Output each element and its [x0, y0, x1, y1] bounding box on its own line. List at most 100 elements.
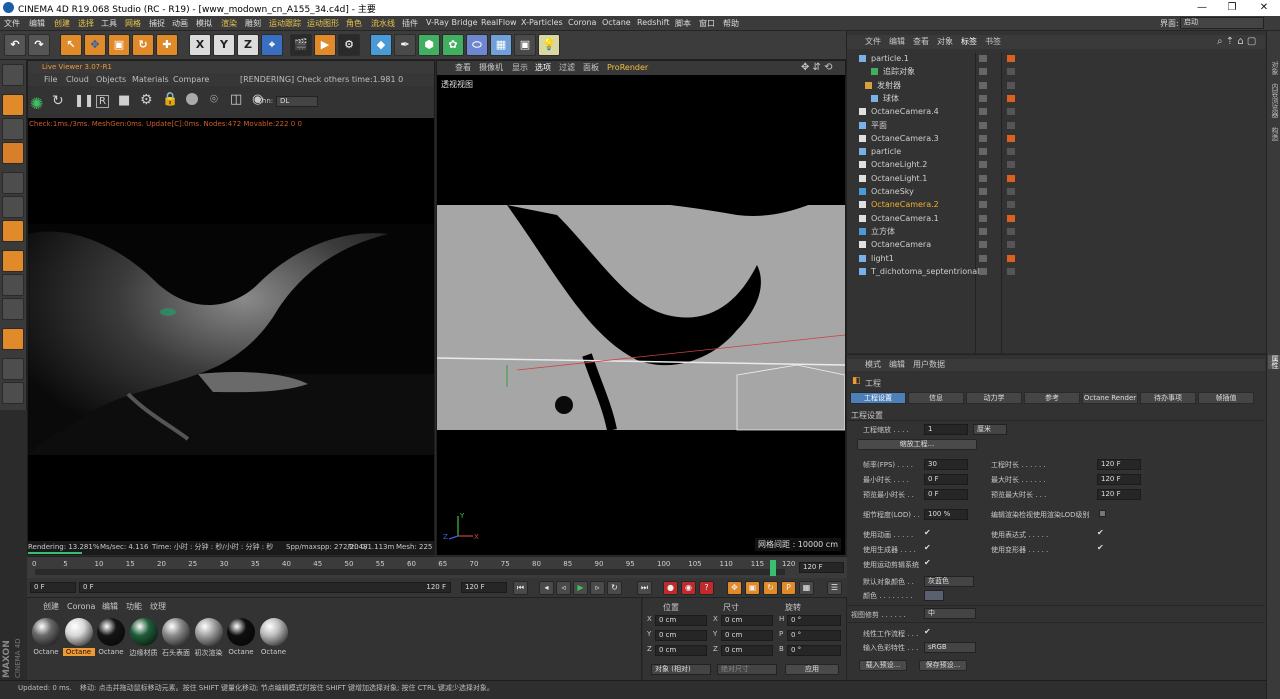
snap-button[interactable] [2, 328, 24, 350]
prev-frame-button[interactable]: ◃ [556, 581, 571, 595]
object-row[interactable]: OctaneCamera.3 [847, 132, 1265, 145]
object-tag-icon[interactable] [1007, 254, 1015, 262]
vp-menu-prorender[interactable]: ProRender [607, 61, 648, 75]
menu-snap[interactable]: 捕捉 [149, 18, 165, 29]
object-row[interactable]: 发射器 [847, 79, 1265, 92]
vp-menu-options[interactable]: 选项 [535, 61, 551, 75]
menu-plugins[interactable]: 插件 [402, 18, 418, 29]
preview-min-input[interactable]: 0 F [924, 489, 968, 500]
solo-button[interactable] [2, 298, 24, 320]
edges-mode-button[interactable] [2, 196, 24, 218]
end-frame-field[interactable]: 120 F [461, 582, 507, 593]
light-button[interactable]: 💡 [538, 34, 560, 56]
gear-icon[interactable]: ⚙ [140, 92, 153, 108]
object-row[interactable]: OctaneCamera.2 [847, 198, 1265, 211]
tab-octane-render[interactable]: Octane Render [1082, 392, 1138, 404]
menu-character[interactable]: 角色 [346, 18, 362, 29]
material-preview[interactable] [162, 618, 190, 646]
color-swatch[interactable] [924, 590, 944, 601]
cube-button[interactable]: ◆ [370, 34, 392, 56]
tab-frame-interpolation[interactable]: 帧插值 [1198, 392, 1254, 404]
current-frame-slider[interactable]: 0 F 120 F [79, 582, 451, 593]
tab-reference[interactable]: 参考 [1024, 392, 1080, 404]
menu-edit[interactable]: 编辑 [29, 18, 45, 29]
material-label[interactable]: Octane [62, 648, 95, 656]
vp-menu-camera[interactable]: 摄像机 [479, 61, 503, 75]
object-row[interactable]: 平面 [847, 119, 1265, 132]
deformer-button[interactable]: ⬭ [466, 34, 488, 56]
visibility-toggle[interactable] [979, 94, 987, 102]
material-preview[interactable] [194, 618, 223, 646]
scale-tool-button[interactable]: ▣ [108, 34, 130, 56]
object-tag-icon[interactable] [1007, 161, 1015, 169]
object-row[interactable]: particle.1 [847, 52, 1265, 65]
object-tag-icon[interactable] [1007, 121, 1015, 129]
menu-redshift[interactable]: Redshift [637, 18, 669, 27]
tab-todo[interactable]: 待办事项 [1140, 392, 1196, 404]
timeline-playhead[interactable] [769, 560, 776, 576]
workplane-grid-button[interactable] [2, 382, 24, 404]
object-tag-icon[interactable] [1007, 214, 1015, 222]
scale-input[interactable]: 1 [924, 424, 968, 435]
visibility-toggle[interactable] [979, 174, 987, 182]
linear-workflow-check[interactable]: ✔ [924, 627, 931, 636]
lv-menu-cloud[interactable]: Cloud [66, 73, 89, 86]
texture-mode-button[interactable] [2, 118, 24, 140]
visibility-toggle[interactable] [979, 267, 987, 275]
object-tag-icon[interactable] [1007, 94, 1015, 102]
menu-script[interactable]: 脚本 [675, 18, 691, 29]
key-position-button[interactable]: ✥ [727, 581, 742, 595]
object-row[interactable]: OctaneSky [847, 185, 1265, 198]
object-tag-icon[interactable] [1007, 148, 1015, 156]
object-tag-icon[interactable] [1007, 188, 1015, 195]
visibility-toggle[interactable] [979, 121, 987, 129]
restart-icon[interactable]: ↻ [52, 93, 64, 109]
object-row[interactable]: 立方体 [847, 225, 1265, 238]
z-axis-button[interactable]: Z [237, 34, 259, 56]
object-row[interactable]: 追踪对象 [847, 65, 1265, 78]
tab-objects[interactable]: 对象 [1268, 61, 1280, 75]
render-lod-checkbox[interactable] [1099, 510, 1106, 517]
sphere-icon[interactable] [186, 93, 198, 105]
polygons-mode-button[interactable] [2, 220, 24, 242]
points-mode-button[interactable] [2, 172, 24, 194]
play-button[interactable]: ▶ [573, 581, 588, 595]
key-pla-button[interactable]: ▦ [799, 581, 814, 595]
cloner-button[interactable]: ✿ [442, 34, 464, 56]
lod-input[interactable]: 100 % [924, 509, 968, 520]
coord-apply-button[interactable]: 应用 [785, 664, 839, 675]
lock-workplane-button[interactable] [2, 358, 24, 380]
coord-size-mode-select[interactable]: 绝对尺寸 [717, 664, 777, 675]
use-expressions-check[interactable]: ✔ [1097, 528, 1104, 537]
om-menu-edit[interactable]: 编辑 [889, 35, 905, 49]
tab-info[interactable]: 信息 [908, 392, 964, 404]
menu-mesh[interactable]: 网格 [125, 18, 141, 29]
visibility-toggle[interactable] [979, 134, 987, 142]
object-row[interactable]: 球体 [847, 92, 1265, 105]
object-tag-icon[interactable] [1007, 134, 1015, 142]
fps-input[interactable]: 30 [924, 459, 968, 470]
visibility-toggle[interactable] [979, 201, 987, 209]
pick-focus-icon[interactable]: ⌾ [210, 92, 218, 107]
material-preview[interactable] [259, 618, 288, 646]
lv-menu-file[interactable]: File [44, 73, 57, 86]
lv-menu-materials[interactable]: Materials [132, 73, 169, 86]
menu-xparticles[interactable]: X-Particles [521, 18, 563, 27]
menu-window[interactable]: 窗口 [699, 18, 715, 29]
default-color-select[interactable]: 灰蓝色 [924, 576, 974, 587]
coord-position-input[interactable]: 0 cm [655, 615, 707, 626]
menu-motion-tracking[interactable]: 运动跟踪 [269, 18, 301, 29]
visibility-toggle[interactable] [979, 214, 987, 222]
object-row[interactable]: OctaneLight.1 [847, 172, 1265, 185]
object-row[interactable]: light1 [847, 252, 1265, 265]
live-selection-button[interactable]: ↖ [60, 34, 82, 56]
workplane-button[interactable] [2, 142, 24, 164]
record-button[interactable]: ● [663, 581, 678, 595]
coordinate-system-button[interactable]: ⌖ [261, 34, 283, 56]
subdivision-button[interactable]: ⬢ [418, 34, 440, 56]
undo-button[interactable]: ↶ [4, 34, 26, 56]
tweak-mode-button[interactable] [2, 274, 24, 296]
menu-create[interactable]: 创建 [54, 18, 70, 29]
goto-start-button[interactable]: ⏮ [513, 581, 528, 595]
material-label[interactable]: Octane [258, 648, 290, 656]
